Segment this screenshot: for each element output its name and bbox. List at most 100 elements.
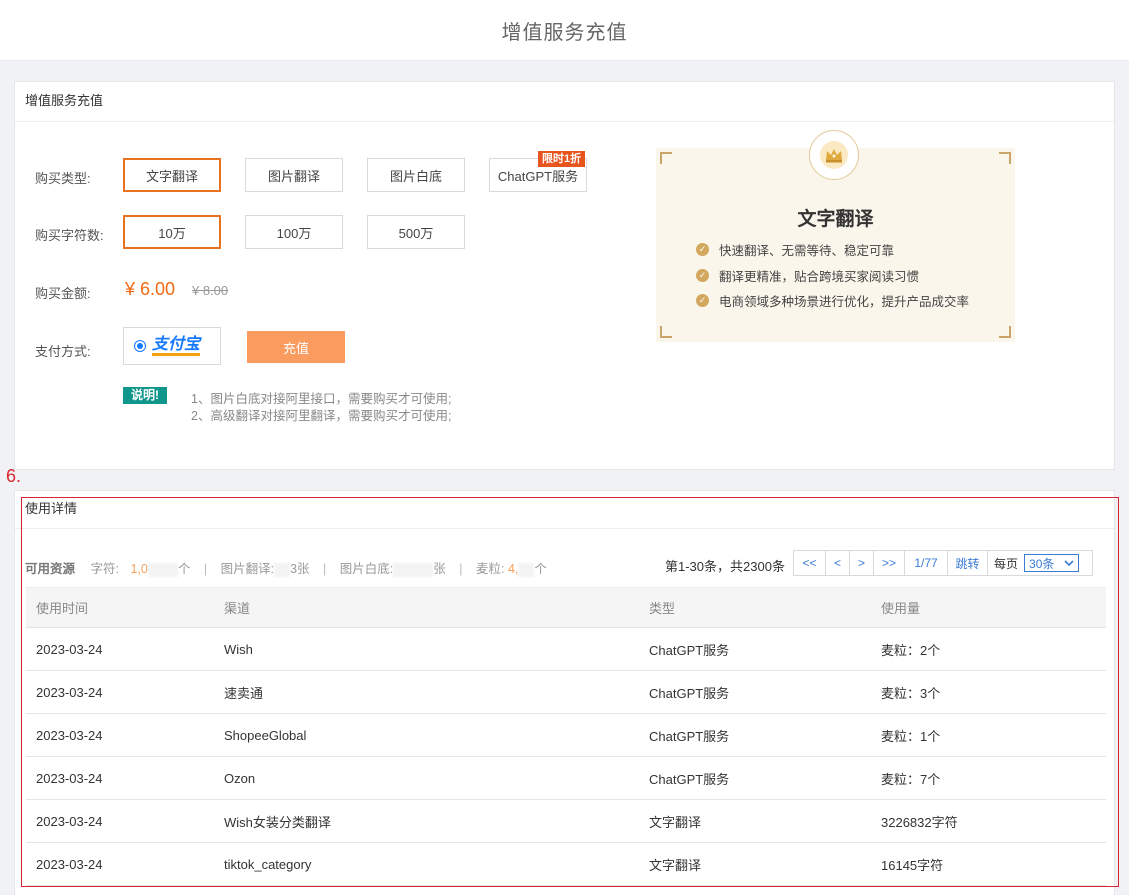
limited-discount-badge: 限时1折 bbox=[538, 151, 586, 167]
cell-time: 2023-03-24 bbox=[36, 641, 103, 657]
resources-label: 可用资源 bbox=[25, 562, 76, 576]
page-title: 增值服务充值 bbox=[501, 21, 628, 44]
count-option-5m[interactable]: 500万 bbox=[367, 215, 465, 249]
type-option-image-white-bg[interactable]: 图片白底 bbox=[367, 158, 465, 192]
per-page-select[interactable]: 30条 bbox=[1024, 554, 1080, 572]
usage-table: 使用时间 渠道 类型 使用量 2023-03-24 Wish ChatGPT服务… bbox=[26, 587, 1106, 886]
original-price: ¥ 8.00 bbox=[192, 283, 229, 298]
type-option-text-translate[interactable]: 文字翻译 bbox=[123, 158, 221, 192]
count-option-100k[interactable]: 10万 bbox=[123, 215, 221, 249]
cell-channel: tiktok_category bbox=[224, 856, 312, 872]
table-header: 使用时间 渠道 类型 使用量 bbox=[26, 587, 1106, 628]
separator: | bbox=[203, 562, 208, 576]
pagination-info: 第1-30条，共2300条 bbox=[665, 559, 785, 574]
cell-time: 2023-03-24 bbox=[36, 727, 103, 743]
table-row: 2023-03-24 tiktok_category 文字翻译 16145字符 bbox=[26, 843, 1106, 886]
amount-label: 购买金额: bbox=[35, 286, 91, 301]
cell-type: 文字翻译 bbox=[649, 857, 702, 873]
feature-item: ✓ 快速翻译、无需等待、稳定可靠 bbox=[696, 240, 894, 259]
first-page-button[interactable]: << bbox=[794, 551, 826, 575]
table-row: 2023-03-24 Wish ChatGPT服务 麦粒：2个 bbox=[26, 628, 1106, 671]
card-corner bbox=[660, 152, 672, 164]
payment-method-label: 支付方式: bbox=[35, 344, 91, 359]
cell-amount: 麦粒：7个 bbox=[881, 771, 941, 787]
recharge-panel-title: 增值服务充值 bbox=[15, 82, 1114, 122]
recharge-button[interactable]: 充值 bbox=[247, 331, 345, 363]
prev-page-button[interactable]: < bbox=[826, 551, 850, 575]
image-white-unit: 张 bbox=[433, 562, 446, 576]
feature-item: ✓ 电商领域多种场景进行优化，提升产品成交率 bbox=[696, 291, 969, 310]
crown-icon bbox=[809, 130, 859, 180]
cell-type: ChatGPT服务 bbox=[649, 642, 730, 658]
next-page-button[interactable]: > bbox=[850, 551, 874, 575]
cell-type: ChatGPT服务 bbox=[649, 728, 730, 744]
image-white-label: 图片白底: bbox=[339, 562, 394, 576]
promo-card-title: 文字翻译 bbox=[797, 209, 874, 230]
grain-value: 4, bbox=[507, 562, 519, 576]
check-icon: ✓ bbox=[696, 269, 709, 282]
card-corner bbox=[999, 326, 1011, 338]
recharge-panel: 增值服务充值 购买类型: 文字翻译 图片翻译 图片白底 ChatGPT服务 限时… bbox=[14, 81, 1115, 470]
jump-button[interactable]: 跳转 bbox=[948, 551, 988, 575]
feature-text: 快速翻译、无需等待、稳定可靠 bbox=[719, 244, 895, 258]
redacted-value bbox=[393, 562, 434, 577]
cell-time: 2023-03-24 bbox=[36, 856, 103, 872]
chars-value: 1,0 bbox=[130, 562, 148, 576]
table-row: 2023-03-24 速卖通 ChatGPT服务 麦粒：3个 bbox=[26, 671, 1106, 714]
per-page-value: 30条 bbox=[1029, 556, 1055, 571]
note-tag: 说明! bbox=[123, 387, 167, 404]
card-corner bbox=[999, 152, 1011, 164]
cell-type: ChatGPT服务 bbox=[649, 685, 730, 701]
char-count-label: 购买字符数: bbox=[35, 228, 104, 243]
column-header-amount: 使用量 bbox=[881, 601, 921, 616]
column-header-type: 类型 bbox=[649, 601, 676, 616]
type-option-image-translate[interactable]: 图片翻译 bbox=[245, 158, 343, 192]
alipay-option[interactable]: 支付宝 bbox=[123, 327, 221, 365]
alipay-logo: 支付宝 bbox=[152, 336, 201, 356]
last-page-button[interactable]: >> bbox=[874, 551, 905, 575]
pagination: << < > >> 1/77 跳转 每页 30条 bbox=[793, 550, 1093, 576]
cell-channel: Wish女装分类翻译 bbox=[224, 814, 331, 830]
feature-text: 翻译更精准，贴合跨境买家阅读习惯 bbox=[719, 270, 920, 284]
count-option-1m[interactable]: 100万 bbox=[245, 215, 343, 249]
current-price: ¥ 6.00 bbox=[125, 279, 176, 299]
promo-card: 文字翻译 ✓ 快速翻译、无需等待、稳定可靠 ✓ 翻译更精准，贴合跨境买家阅读习惯… bbox=[656, 130, 1015, 342]
check-icon: ✓ bbox=[696, 294, 709, 307]
cell-type: 文字翻译 bbox=[649, 814, 702, 830]
chars-unit: 个 bbox=[177, 562, 191, 576]
cell-channel: Wish bbox=[224, 641, 253, 657]
separator: | bbox=[323, 562, 327, 576]
grain-label: 麦粒: bbox=[475, 562, 505, 576]
cell-type: ChatGPT服务 bbox=[649, 771, 730, 787]
column-header-time: 使用时间 bbox=[36, 601, 89, 616]
cell-channel: 速卖通 bbox=[224, 685, 264, 701]
cell-amount: 16145字符 bbox=[881, 857, 944, 873]
usage-panel-title: 使用详情 bbox=[15, 491, 1114, 529]
feature-item: ✓ 翻译更精准，贴合跨境买家阅读习惯 bbox=[696, 266, 919, 285]
chevron-down-icon bbox=[1064, 560, 1074, 567]
cell-channel: ShopeeGlobal bbox=[224, 727, 307, 743]
purchase-type-label: 购买类型: bbox=[35, 171, 91, 186]
cell-amount: 3226832字符 bbox=[881, 814, 958, 830]
table-row: 2023-03-24 Wish女装分类翻译 文字翻译 3226832字符 bbox=[26, 800, 1106, 843]
chars-label: 字符: bbox=[90, 562, 119, 576]
separator: | bbox=[459, 562, 463, 576]
cell-amount: 麦粒：3个 bbox=[881, 685, 941, 701]
note-line-2: 2、高级翻译对接阿里翻译，需要购买才可使用; bbox=[191, 409, 452, 423]
annotation-step-number: 6. bbox=[6, 466, 22, 486]
cell-time: 2023-03-24 bbox=[36, 770, 103, 786]
cell-amount: 麦粒：1个 bbox=[881, 728, 941, 744]
table-row: 2023-03-24 ShopeeGlobal ChatGPT服务 麦粒：1个 bbox=[26, 714, 1106, 757]
cell-channel: Ozon bbox=[224, 770, 256, 786]
cell-time: 2023-03-24 bbox=[36, 684, 103, 700]
radio-selected-icon[interactable] bbox=[134, 340, 146, 352]
column-header-channel: 渠道 bbox=[224, 601, 251, 616]
redacted-value bbox=[518, 562, 535, 577]
image-translate-label: 图片翻译: bbox=[220, 562, 275, 576]
cell-amount: 麦粒：2个 bbox=[881, 642, 941, 658]
usage-panel: 使用详情 可用资源 字符: 1,0 个 | 图片翻译: 3张 | 图片白底: 张 | … bbox=[14, 490, 1115, 895]
available-resources: 可用资源 字符: 1,0 个 | 图片翻译: 3张 | 图片白底: 张 | 麦粒: 4… bbox=[25, 558, 547, 577]
cell-time: 2023-03-24 bbox=[36, 813, 103, 829]
top-header: 增值服务充值 bbox=[0, 0, 1129, 61]
grain-unit: 个 bbox=[534, 562, 547, 576]
